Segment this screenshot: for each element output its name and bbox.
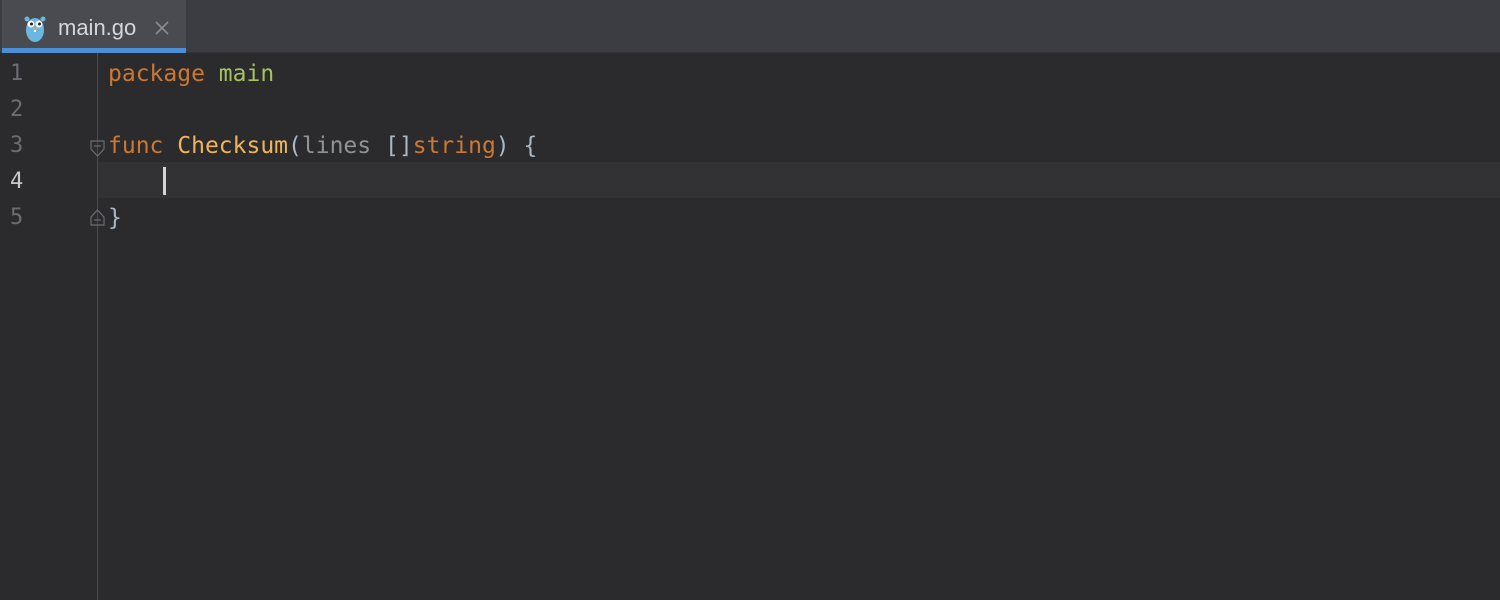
closing-brace: } — [108, 205, 122, 231]
line-number: 5 — [10, 205, 24, 230]
fold-end-icon[interactable] — [90, 209, 105, 226]
close-icon[interactable] — [152, 18, 172, 38]
tab-main-go[interactable]: main.go — [2, 0, 186, 53]
open-paren: ( — [288, 133, 302, 159]
code-line-1: package main — [108, 56, 274, 92]
close-paren-brace: ) { — [495, 133, 538, 159]
code-line-5: } — [108, 200, 122, 236]
tab-label: main.go — [58, 15, 137, 40]
line-number: 1 — [10, 61, 24, 86]
line-number-current: 4 — [10, 169, 24, 194]
type-string: string — [412, 133, 496, 159]
code-line-3: func Checksum(lines []string) { — [108, 128, 537, 164]
slice-brackets: [] — [385, 133, 413, 159]
fold-start-icon[interactable] — [90, 140, 105, 157]
package-name: main — [218, 61, 275, 87]
text-caret — [163, 167, 166, 195]
function-name: Checksum — [177, 133, 289, 159]
code-editor[interactable]: 1 2 3 4 5 package main func Checksum(lin… — [0, 53, 1500, 600]
current-line-highlight — [98, 162, 1500, 198]
editor-tab-bar: main.go — [0, 0, 1500, 53]
line-number: 2 — [10, 97, 24, 122]
keyword-func: func — [108, 133, 164, 159]
gutter-divider — [97, 53, 98, 600]
parameter-name: lines — [301, 133, 372, 159]
keyword-package: package — [108, 61, 205, 87]
ide-window: main.go 1 2 3 4 5 package main func Chec… — [0, 0, 1500, 600]
gopher-icon — [24, 16, 46, 42]
line-number: 3 — [10, 133, 24, 158]
